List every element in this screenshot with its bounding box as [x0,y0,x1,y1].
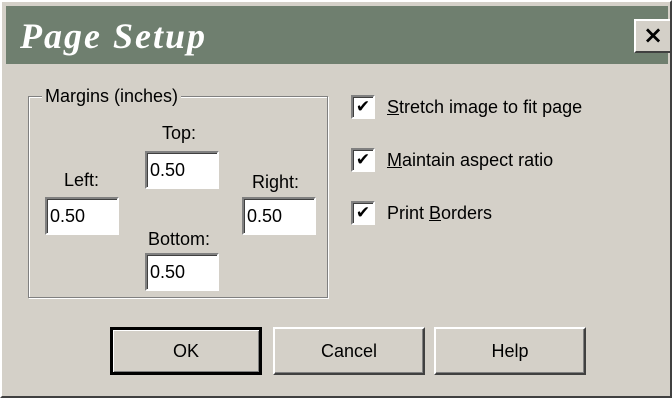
stretch-to-fit-checkbox[interactable]: ✔ [351,95,375,119]
left-margin-input[interactable]: 0.50 [45,197,119,235]
print-borders-checkbox[interactable]: ✔ [351,201,375,225]
bottom-margin-label: Bottom: [148,229,211,249]
close-button[interactable]: × [634,19,670,53]
help-button[interactable]: Help [434,327,586,375]
left-margin-label: Left: [64,170,100,190]
bottom-margin-input[interactable]: 0.50 [145,253,219,291]
top-margin-input[interactable]: 0.50 [145,151,219,189]
print-borders-label[interactable]: Print Borders [387,202,492,224]
window-title: Page Setup [20,16,207,56]
checkmark-icon: ✔ [355,97,371,117]
checkmark-icon: ✔ [355,203,371,223]
right-margin-input[interactable]: 0.50 [242,197,316,235]
margins-group-label: Margins (inches) [42,85,182,107]
cancel-button[interactable]: Cancel [273,327,425,375]
stretch-to-fit-label[interactable]: Stretch image to fit page [387,96,582,118]
close-icon: × [642,21,664,49]
top-margin-label: Top: [162,123,197,143]
title-bar[interactable]: Page Setup × [6,6,670,64]
page-setup-dialog: Page Setup × Margins (inches) Top: 0.50 … [0,0,672,398]
maintain-aspect-label[interactable]: Maintain aspect ratio [387,149,553,171]
ok-button[interactable]: OK [110,327,262,375]
maintain-aspect-checkbox[interactable]: ✔ [351,148,375,172]
checkmark-icon: ✔ [355,150,371,170]
right-margin-label: Right: [252,172,300,192]
